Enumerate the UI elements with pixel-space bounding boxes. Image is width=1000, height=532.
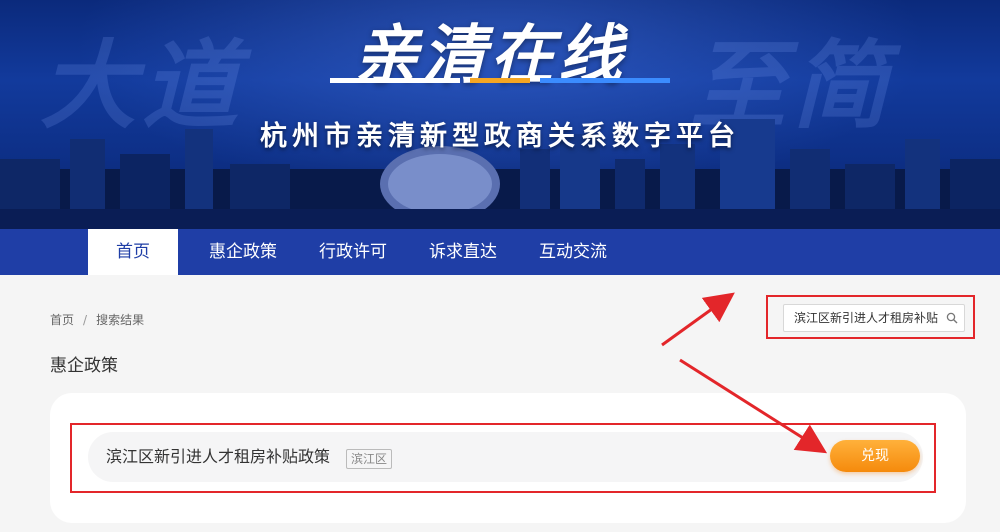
nav-item-appeal[interactable]: 诉求直达	[413, 229, 513, 275]
arrow-to-search	[661, 292, 735, 347]
platform-subtitle: 杭州市亲清新型政商关系数字平台	[260, 121, 740, 152]
section-title: 惠企政策	[50, 356, 118, 376]
nav-item-interact[interactable]: 互动交流	[523, 229, 623, 275]
nav-item-home[interactable]: 首页	[88, 229, 178, 275]
main-nav: 首页 惠企政策 行政许可 诉求直达 互动交流	[0, 229, 1000, 275]
redeem-button[interactable]: 兑现	[830, 440, 920, 472]
breadcrumb: 首页 / 搜索结果	[50, 311, 144, 328]
nav-item-license[interactable]: 行政许可	[303, 229, 403, 275]
result-annotation-box	[70, 423, 936, 493]
breadcrumb-home-link[interactable]: 首页	[50, 313, 74, 327]
breadcrumb-separator: /	[83, 313, 88, 327]
search-icon[interactable]	[946, 312, 958, 324]
search-input-value[interactable]: 滨江区新引进人才租房补贴	[794, 305, 942, 331]
search-input[interactable]: 滨江区新引进人才租房补贴	[783, 304, 965, 332]
breadcrumb-current: 搜索结果	[96, 313, 145, 327]
nav-item-policy[interactable]: 惠企政策	[193, 229, 293, 275]
hero-banner: 大道 至简 亲清在线 杭州市亲清新型政商关系数字平台	[0, 0, 1000, 229]
logo-underline-decoration	[330, 78, 670, 83]
